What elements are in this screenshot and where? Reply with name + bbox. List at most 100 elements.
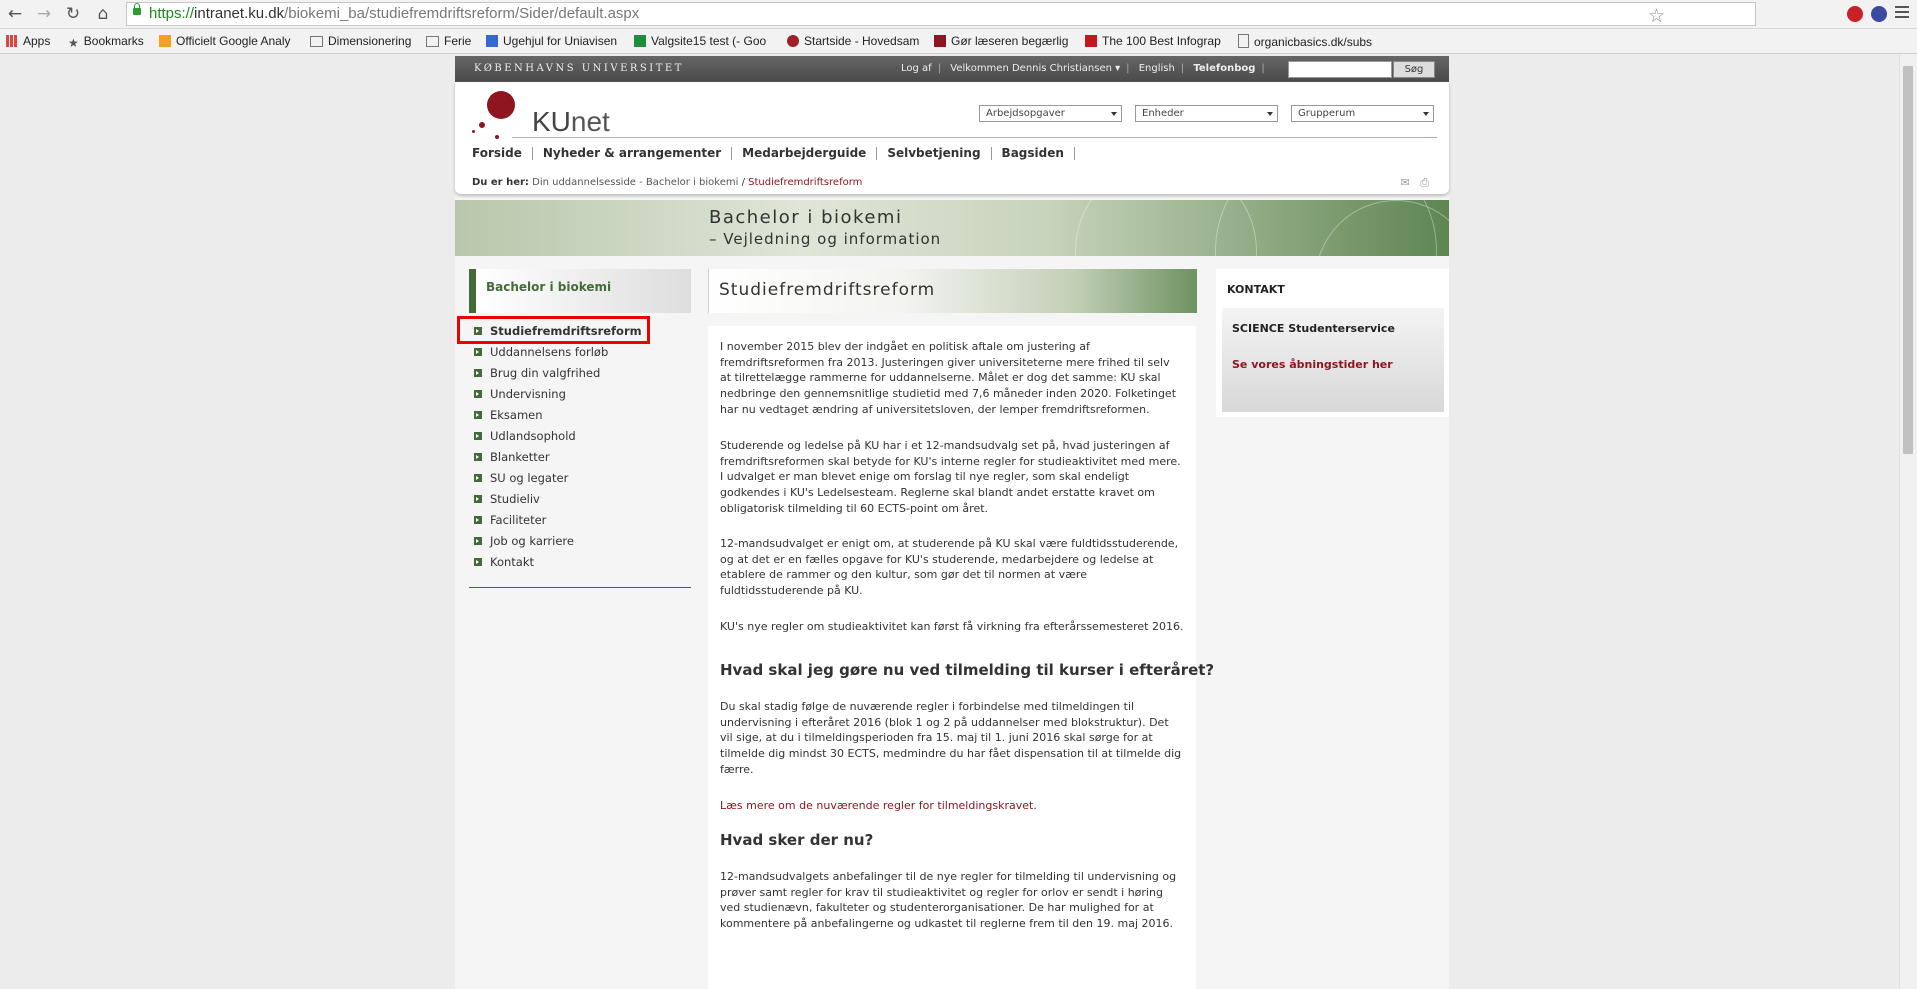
extension-icon[interactable] [1871,6,1887,22]
page-scrollbar[interactable] [1899,54,1917,989]
nav-self-service[interactable]: Selvbetjening [877,147,992,160]
nav-news[interactable]: Nyheder & arrangementer [533,147,733,160]
bookmark-item[interactable]: Gør læseren begærlig [934,34,1072,48]
bookmark-item[interactable]: Officielt Google Analy [159,34,294,48]
units-select[interactable]: Enheder [1135,105,1278,122]
lock-icon [133,3,141,15]
bookmark-item[interactable]: Valgsite15 test (- Goo [634,34,772,48]
contact-heading-bar: KONTAKT [1216,269,1449,303]
chevron-down-icon [1423,112,1429,116]
sidebar-item-udlandsophold[interactable]: Udlandsophold [469,429,642,450]
user-menu[interactable]: Velkommen Dennis Christiansen ▾ [950,63,1120,74]
arrow-bullet-icon [474,474,482,482]
docs-icon [486,35,498,47]
sheets-icon [634,35,646,47]
section-navigation: Bachelor i biokemi Studiefremdriftsrefor… [457,269,691,588]
rules-link[interactable]: Læs mere om de nuværende regler for tilm… [720,799,1033,812]
vn-icon [1085,35,1097,47]
bookmark-item[interactable]: ★ Bookmarks [68,34,144,48]
university-name: KØBENHAVNS UNIVERSITET [474,63,684,74]
arrow-bullet-icon [474,558,482,566]
pinterest-icon[interactable] [1847,6,1863,22]
email-icon[interactable]: ✉ [1400,176,1409,189]
star-icon: ★ [68,36,79,48]
bookmark-folder[interactable]: Ferie [426,34,471,48]
arrow-bullet-icon [474,453,482,461]
sidebar-item-studieliv[interactable]: Studieliv [469,492,642,513]
paragraph: Du skal stadig følge de nuværende regler… [720,700,1182,776]
breadcrumb: Du er her: Din uddannelsesside - Bachelo… [472,177,863,188]
bookmark-item[interactable]: Ugehjul for Uniavisen [486,34,618,48]
apps-icon [6,35,18,47]
logout-link[interactable]: Log af [901,63,932,74]
main-content: I november 2015 blev der indgået en poli… [708,326,1214,989]
home-icon[interactable]: ⌂ [92,5,114,23]
sidebar-item-kontakt[interactable]: Kontakt [469,555,642,576]
main-navigation: Forside Nyheder & arrangementer Medarbejde… [472,146,1075,160]
english-link[interactable]: English [1139,63,1175,74]
chevron-down-icon [1111,112,1117,116]
group-rooms-select[interactable]: Grupperum [1291,105,1434,122]
search-button[interactable]: Søg [1393,61,1435,78]
sidebar-item-faciliteter[interactable]: Faciliteter [469,513,642,534]
sidebar-item-job-karriere[interactable]: Job og karriere [469,534,642,555]
section-nav-heading[interactable]: Bachelor i biokemi [469,269,691,313]
contact-box: SCIENCE Studenterservice Se vores åbning… [1216,303,1449,417]
pin-icon [787,35,799,47]
bookmark-item[interactable]: Startside - Hovedsam [787,34,919,48]
bookmark-item[interactable]: organicbasics.dk/subs [1238,34,1376,49]
section-heading: Hvad sker der nu? [720,831,874,849]
highlight-box [457,316,650,344]
banner-subtitle: – Vejledning og information [709,230,942,248]
reload-icon[interactable]: ↻ [62,5,84,23]
bookmark-folder[interactable]: Dimensionering [310,34,411,48]
print-icon[interactable]: ⎙ [1420,176,1429,189]
breadcrumb-parent-link[interactable]: Din uddannelsesside - Bachelor i biokemi [532,177,738,188]
sidebar-item-studiefremdriftsreform[interactable]: Studiefremdriftsreform [457,316,650,345]
bookmark-apps[interactable]: Apps [6,34,50,48]
back-icon[interactable]: ← [4,5,26,23]
page: KØBENHAVNS UNIVERSITET Log af | Velkommen… [455,56,1449,989]
university-topbar: KØBENHAVNS UNIVERSITET Log af | Velkommen… [455,56,1449,82]
search-input[interactable] [1288,61,1392,78]
url-text: https://intranet.ku.dk/biokemi_ba/studie… [149,5,640,22]
folder-icon [310,36,323,47]
page-icon [1238,34,1249,48]
page-banner: Bachelor i biokemi – Vejledning og infor… [455,200,1449,256]
sidebar-item-uddannelsens-forloeb[interactable]: Uddannelsens forløb [469,345,642,366]
scrollbar-thumb[interactable] [1903,66,1913,454]
phonebook-link[interactable]: Telefonbog [1193,63,1255,74]
paragraph: KU's nye regler om studieaktivitet kan f… [720,620,1184,633]
arrow-bullet-icon [474,348,482,356]
arrow-bullet-icon [474,537,482,545]
nav-backpage[interactable]: Bagsiden [992,147,1075,160]
menu-icon[interactable] [1895,6,1909,21]
page-title: Studiefremdriftsreform [719,280,936,300]
bookmark-item[interactable]: The 100 Best Infograp [1085,34,1223,48]
nav-staff-guide[interactable]: Medarbejderguide [732,147,878,160]
page-tools: ✉ ⎙ [1400,176,1429,190]
arrow-bullet-icon [474,411,482,419]
opening-hours-link[interactable]: Se vores åbningstider her [1232,358,1393,371]
paragraph: 12-mandsudvalget er enigt om, at studere… [720,537,1179,598]
bookmark-favicon-icon [934,35,946,47]
nav-forside[interactable]: Forside [472,147,533,160]
paragraph: I november 2015 blev der indgået en poli… [720,340,1177,416]
content-heading-bar: Studiefremdriftsreform [708,269,1197,313]
section-heading: Hvad skal jeg gøre nu ved tilmelding til… [720,661,1215,679]
sidebar-item-undervisning[interactable]: Undervisning [469,387,642,408]
paragraph: Studerende og ledelse på KU har i et 12-… [720,439,1181,515]
forward-icon[interactable]: → [33,5,55,23]
header-divider [512,137,1437,138]
sidebar-item-blanketter[interactable]: Blanketter [469,450,642,471]
sidebar-item-su-legater[interactable]: SU og legater [469,471,642,492]
arrow-bullet-icon [474,390,482,398]
breadcrumb-current: Studiefremdriftsreform [748,177,863,188]
address-bar[interactable]: https://intranet.ku.dk/biokemi_ba/studie… [126,2,1756,27]
bookmark-star-icon[interactable]: ☆ [1648,5,1665,27]
banner-title: Bachelor i biokemi [709,207,903,228]
arrow-bullet-icon [474,516,482,524]
sidebar-item-eksamen[interactable]: Eksamen [469,408,642,429]
work-tasks-select[interactable]: Arbejdsopgaver [979,105,1122,122]
sidebar-item-valgfrihed[interactable]: Brug din valgfrihed [469,366,642,387]
